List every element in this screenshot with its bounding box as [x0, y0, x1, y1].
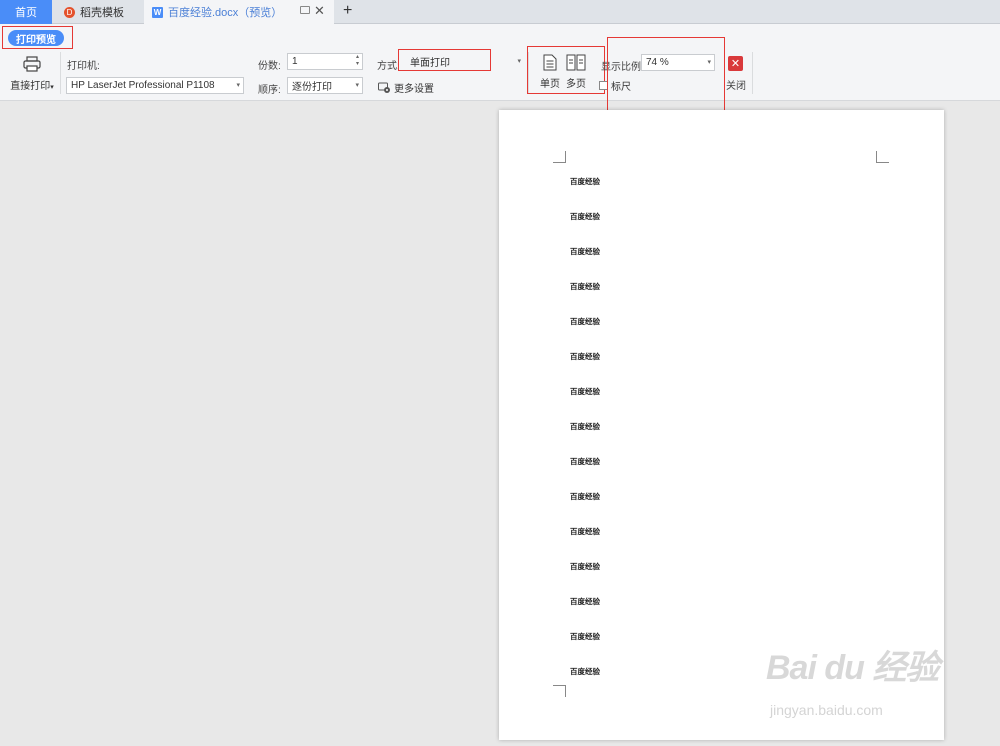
more-settings-button[interactable]: 更多设置	[378, 80, 434, 95]
document-line: 百度经验	[570, 177, 600, 186]
tab-document[interactable]: W 百度经验.docx（预览） ✕	[144, 0, 334, 24]
document-line: 百度经验	[570, 492, 600, 501]
chevron-down-icon: ▾	[355, 82, 359, 89]
tab-template-label: 稻壳模板	[80, 7, 124, 19]
close-preview-button[interactable]: ✕	[728, 56, 743, 71]
docer-icon: D	[64, 6, 75, 18]
divider	[752, 52, 753, 94]
document-body: 百度经验 百度经验 百度经验 百度经验 百度经验 百度经验 百度经验 百度经验 …	[570, 177, 600, 702]
tab-home-label: 首页	[15, 7, 37, 19]
settings-icon	[378, 82, 390, 93]
tab-docer-template[interactable]: D 稻壳模板	[56, 0, 142, 24]
tab-document-label: 百度经验.docx（预览）	[168, 7, 283, 19]
document-line: 百度经验	[570, 632, 600, 641]
printer-icon	[23, 56, 41, 72]
order-label: 顺序:	[258, 85, 281, 96]
word-doc-icon: W	[152, 6, 163, 18]
copies-stepper[interactable]: 1 ▴ ▾	[287, 53, 363, 70]
direct-print-label: 直接打印	[10, 81, 51, 92]
tab-close-icon[interactable]: ✕	[314, 4, 325, 18]
tab-home[interactable]: 首页	[0, 0, 52, 24]
baidu-jingyan-watermark: Bai du 经验 jingyan.baidu.com	[766, 640, 966, 740]
printer-value: HP LaserJet Professional P1108	[71, 80, 215, 91]
document-line: 百度经验	[570, 667, 600, 676]
highlight-box-zoom	[607, 37, 725, 118]
stepper-arrows-icon[interactable]: ▴ ▾	[356, 54, 359, 68]
pin-icon[interactable]	[300, 6, 310, 14]
more-settings-label: 更多设置	[394, 84, 434, 95]
direct-print-caret: ▾	[50, 84, 54, 91]
printer-label: 打印机:	[67, 61, 100, 72]
watermark-brand: Bai du 经验	[766, 649, 939, 687]
margin-corner-top-left	[553, 151, 566, 163]
document-line: 百度经验	[570, 562, 600, 571]
document-line: 百度经验	[570, 282, 600, 291]
document-line: 百度经验	[570, 247, 600, 256]
document-line: 百度经验	[570, 212, 600, 221]
margin-corner-top-right	[876, 151, 889, 163]
watermark-url: jingyan.baidu.com	[770, 702, 883, 718]
chevron-down-icon: ▾	[517, 58, 521, 65]
copies-label: 份数:	[258, 61, 281, 72]
chevron-down-icon: ▾	[236, 82, 240, 89]
document-line: 百度经验	[570, 422, 600, 431]
copies-value: 1	[292, 56, 298, 67]
highlight-box-mode	[398, 49, 491, 71]
printer-select[interactable]: HP LaserJet Professional P1108 ▾	[66, 77, 244, 94]
close-label: 关闭	[726, 81, 746, 92]
add-tab-icon[interactable]: +	[343, 2, 352, 20]
print-preview-toolbar: 打印预览 直接打印▾ 打印机: HP LaserJet Professional…	[0, 24, 1000, 118]
divider	[60, 52, 61, 94]
order-select[interactable]: 逐份打印 ▾	[287, 77, 363, 94]
mode-label: 方式:	[377, 61, 400, 72]
document-line: 百度经验	[570, 352, 600, 361]
highlight-box-page-view	[527, 46, 605, 94]
document-line: 百度经验	[570, 597, 600, 606]
tab-bar: 首页 D 稻壳模板 W 百度经验.docx（预览） ✕ +	[0, 0, 1000, 24]
direct-print-button[interactable]: 直接打印▾	[8, 56, 56, 92]
document-line: 百度经验	[570, 527, 600, 536]
margin-corner-bottom-left	[553, 685, 566, 697]
order-value: 逐份打印	[292, 82, 332, 93]
document-line: 百度经验	[570, 387, 600, 396]
document-line: 百度经验	[570, 317, 600, 326]
document-line: 百度经验	[570, 457, 600, 466]
highlight-box-preview	[2, 26, 73, 49]
